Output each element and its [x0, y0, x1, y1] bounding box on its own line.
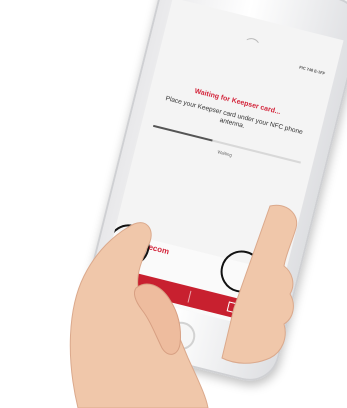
hand	[69, 204, 298, 408]
device-serial: FIC 748 E-1FF	[298, 64, 326, 76]
palm	[69, 222, 209, 408]
nfc-waves-icon: ⌒	[243, 36, 260, 55]
photo-scene: ⌒ FIC 748 E-1FF Waiting for Keepser card…	[0, 0, 347, 408]
fingers	[221, 204, 298, 364]
